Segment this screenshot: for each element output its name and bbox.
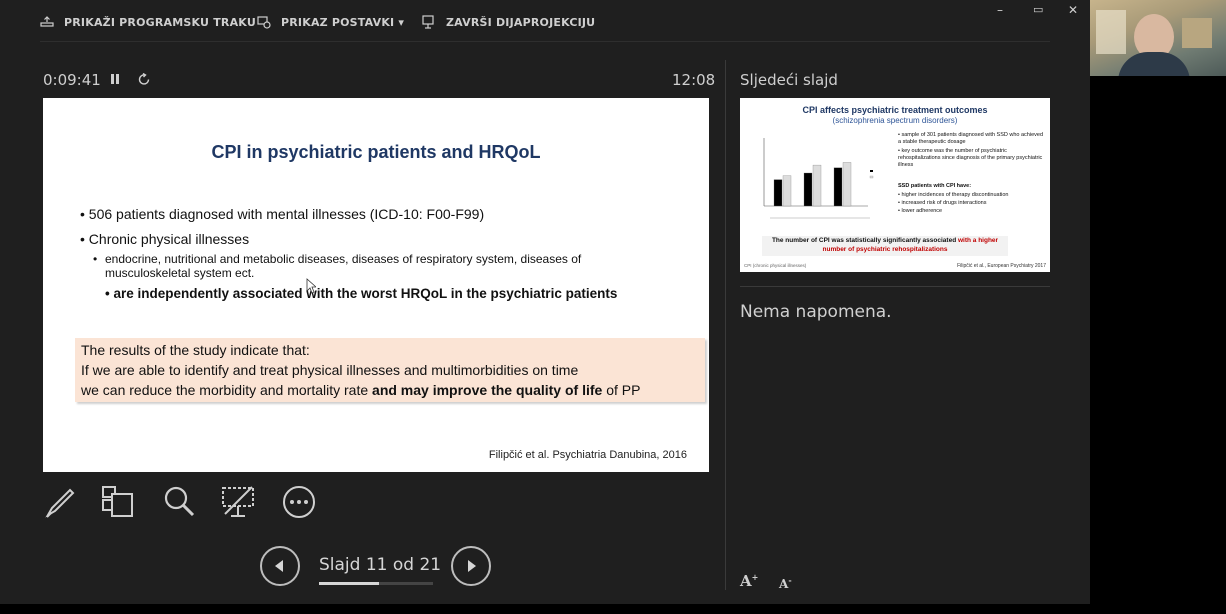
previous-slide-button[interactable] <box>260 546 300 586</box>
slide-sub-bullet-bold: • are independently associated with the … <box>105 286 618 301</box>
next-slide-text: • increased risk of drugs interactions <box>898 200 987 206</box>
slide-progress-fill <box>319 582 379 585</box>
zoom-icon[interactable] <box>161 484 197 520</box>
show-taskbar-button[interactable]: PRIKAŽI PROGRAMSKU TRAKU <box>40 12 256 32</box>
next-slide-label: Sljedeći slajd <box>740 71 838 89</box>
display-settings-label: PRIKAZ POSTAVKI ▾ <box>281 15 405 29</box>
slide-citation: Filipčić et al. Psychiatria Danubina, 20… <box>488 449 687 461</box>
next-slide-preview[interactable]: CPI affects psychiatric treatment outcom… <box>740 98 1050 272</box>
slide-progress-bar <box>319 582 433 585</box>
conclusion-text: we can reduce the morbidity and mortalit… <box>81 382 373 398</box>
slide-bullet: • 506 patients diagnosed with mental ill… <box>80 206 485 222</box>
slide-counter[interactable]: Slajd 11 od 21 <box>319 555 441 575</box>
next-slide-text: • key outcome was the number of psychiat… <box>898 148 1043 168</box>
slide-title: CPI in psychiatric patients and HRQoL <box>211 142 541 162</box>
slide-bullet: • Chronic physical illnesses <box>80 231 250 247</box>
slide-sub-bullet-text: endocrine, nutritional and metabolic dis… <box>105 252 582 280</box>
notes-divider <box>740 286 1050 287</box>
restore-button[interactable]: ▭ <box>1033 3 1043 16</box>
next-slide-text: SSD patients with CPI have: <box>898 183 972 189</box>
close-button[interactable]: ✕ <box>1068 3 1078 17</box>
next-arrow-icon <box>468 560 476 572</box>
next-slide-text: • sample of 301 patients diagnosed with … <box>898 132 1044 145</box>
bullet-dot: • <box>93 252 98 266</box>
next-slide-conclusion: The number of CPI was statistically sign… <box>762 236 1008 256</box>
next-slide-chart-bar <box>842 162 852 207</box>
conclusion-bold-text: and may improve the quality of life <box>372 382 603 398</box>
next-slide-citation: Filipčić et al., European Psychiatry 201… <box>957 263 1046 269</box>
pane-divider <box>725 60 726 590</box>
conclusion-line: If we are able to identify and treat phy… <box>81 362 579 378</box>
current-time: 12:08 <box>672 71 716 89</box>
toolbar-divider <box>40 41 1050 42</box>
speaker-notes: Nema napomena. <box>740 302 892 322</box>
increase-font-button[interactable]: A+ <box>740 572 758 590</box>
pen-icon[interactable] <box>42 484 78 520</box>
conclusion-line: we can reduce the morbidity and mortalit… <box>81 380 705 400</box>
next-slide-chart-bar <box>812 164 822 207</box>
next-slide-chart-bar <box>833 167 843 207</box>
decrease-font-button[interactable]: A- <box>779 575 792 591</box>
next-slide-chart <box>763 138 874 219</box>
bottom-strip <box>0 604 1090 614</box>
black-screen-icon[interactable] <box>220 484 256 520</box>
minimize-button[interactable]: – <box>997 3 1003 17</box>
end-slideshow-icon <box>422 15 434 29</box>
conclusion-text: of PP <box>602 382 641 398</box>
next-slide-text: • lower adherence <box>898 208 943 214</box>
next-slide-chart-bar <box>773 179 783 207</box>
mouse-cursor-icon <box>306 278 316 294</box>
next-slide-text: • higher incidences of therapy discontin… <box>898 192 1009 198</box>
next-slide-subtitle: (schizophrenia spectrum disorders) <box>832 116 958 125</box>
show-taskbar-label: PRIKAŽI PROGRAMSKU TRAKU <box>64 15 256 29</box>
see-all-slides-icon[interactable] <box>100 484 136 520</box>
restart-timer-icon[interactable] <box>138 73 151 86</box>
next-slide-title: CPI affects psychiatric treatment outcom… <box>802 105 988 115</box>
next-slide-footnote: CPI (chronic physical illnesses) <box>744 263 807 268</box>
current-slide[interactable]: CPI in psychiatric patients and HRQoL • … <box>43 98 709 472</box>
plus-icon: + <box>751 572 759 582</box>
conclusion-box: The results of the study indicate that: … <box>75 338 705 402</box>
more-options-icon[interactable] <box>281 484 317 520</box>
conclusion-line: The results of the study indicate that: <box>81 342 310 358</box>
end-slideshow-label: ZAVRŠI DIJAPROJEKCIJU <box>446 15 596 29</box>
display-settings-button[interactable]: PRIKAZ POSTAVKI ▾ <box>257 12 404 32</box>
elapsed-timer: 0:09:41 <box>43 71 101 89</box>
pause-icon[interactable] <box>110 73 120 85</box>
increase-font-label: A <box>740 572 752 590</box>
minus-icon: - <box>788 575 792 585</box>
next-slide-chart-bar <box>803 172 813 207</box>
taskbar-icon <box>40 16 54 27</box>
end-slideshow-button[interactable]: ZAVRŠI DIJAPROJEKCIJU <box>422 12 595 32</box>
display-settings-icon <box>257 16 271 29</box>
next-slide-conclusion-text: The number of CPI was statistically sign… <box>771 237 958 244</box>
previous-arrow-icon <box>275 560 283 572</box>
next-slide-chart-bar <box>782 175 792 207</box>
next-slide-button[interactable] <box>451 546 491 586</box>
video-panel-background <box>1090 76 1226 614</box>
decrease-font-label: A <box>779 577 789 591</box>
webcam-video <box>1090 0 1226 76</box>
slide-sub-bullet: • endocrine, nutritional and metabolic d… <box>93 252 645 280</box>
